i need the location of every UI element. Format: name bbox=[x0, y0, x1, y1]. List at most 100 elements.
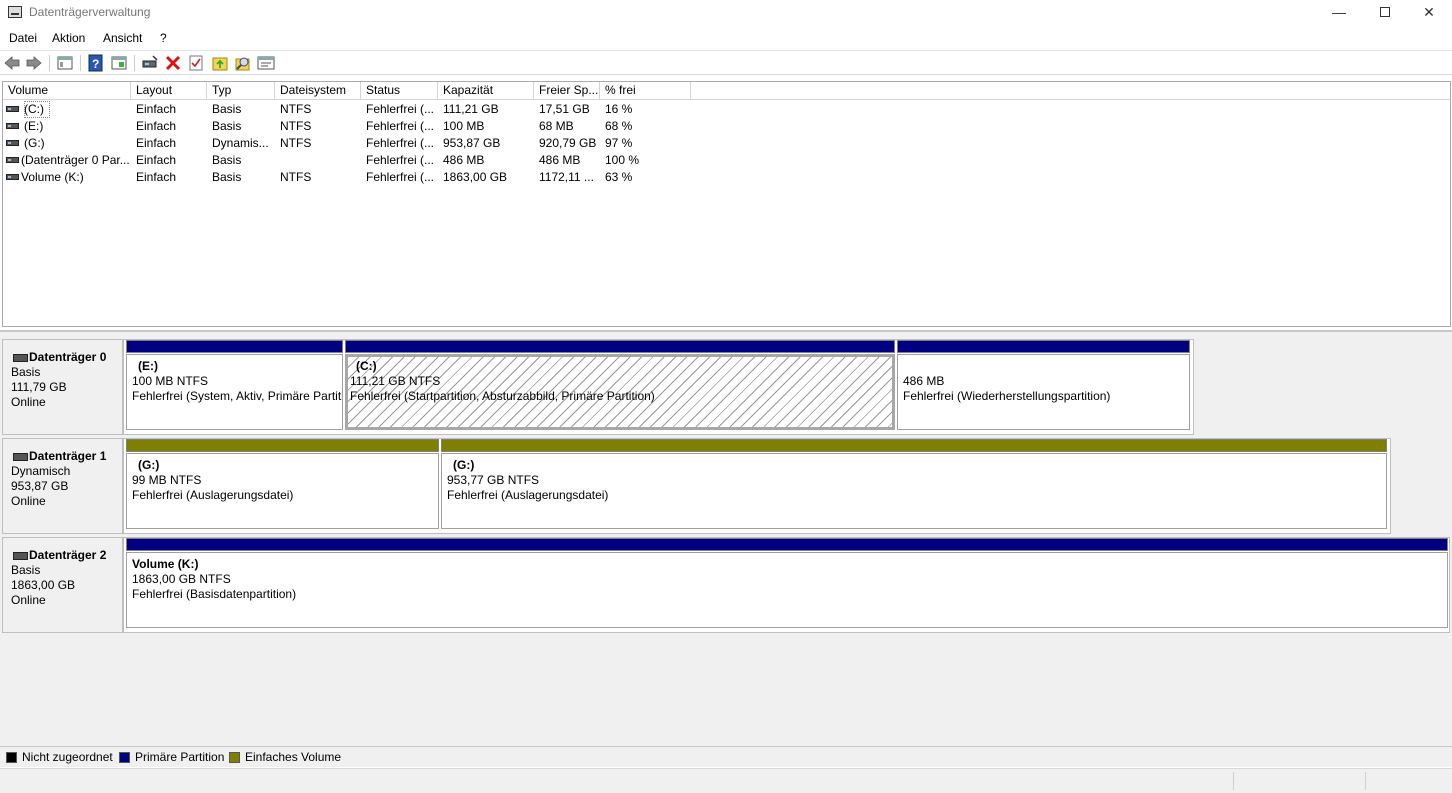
disk-2-label[interactable]: Datenträger 2 Basis 1863,00 GB Online bbox=[2, 537, 123, 633]
simple-volume-bar bbox=[126, 439, 439, 452]
minimize-button[interactable]: — bbox=[1316, 0, 1362, 26]
disk-0-state: Online bbox=[11, 395, 46, 409]
check-icon[interactable] bbox=[187, 54, 205, 72]
cell-volume: Volume (K:) bbox=[21, 170, 84, 184]
cell-freier-speicher: 68 MB bbox=[539, 119, 574, 133]
console-tree-icon[interactable] bbox=[56, 54, 74, 72]
volume-icon bbox=[6, 123, 19, 129]
maximize-button[interactable] bbox=[1362, 0, 1408, 26]
disk-graphical-view: Datenträger 0 Basis 111,79 GB Online (E:… bbox=[0, 330, 1452, 746]
column-header-layout[interactable]: Layout bbox=[131, 82, 207, 100]
maximize-icon bbox=[1380, 7, 1390, 17]
close-button[interactable]: ✕ bbox=[1406, 0, 1452, 26]
partition-size: 486 MB bbox=[903, 374, 945, 388]
partition-recovery[interactable]: 486 MB Fehlerfrei (Wiederherstellungspar… bbox=[897, 340, 1190, 430]
cell-status: Fehlerfrei (... bbox=[366, 153, 435, 167]
partition-k[interactable]: Volume (K:) 1863,00 GB NTFS Fehlerfrei (… bbox=[126, 538, 1448, 628]
menu-help[interactable]: ? bbox=[160, 31, 167, 45]
partition-e-body: (E:) 100 MB NTFS Fehlerfrei (System, Akt… bbox=[126, 354, 343, 430]
table-row[interactable]: (E:) Einfach Basis NTFS Fehlerfrei (... … bbox=[3, 118, 1450, 135]
cell-typ: Basis bbox=[212, 102, 242, 116]
settings-pane-icon[interactable] bbox=[257, 54, 275, 72]
column-header-dateisystem[interactable]: Dateisystem bbox=[275, 82, 361, 100]
table-row[interactable]: (C:) Einfach Basis NTFS Fehlerfrei (... … bbox=[3, 101, 1450, 118]
cell-dateisystem: NTFS bbox=[280, 170, 312, 184]
cell-status: Fehlerfrei (... bbox=[366, 102, 435, 116]
title-bar: Datenträgerverwaltung — ✕ bbox=[0, 0, 1452, 26]
table-row[interactable]: (G:) Einfach Dynamis... NTFS Fehlerfrei … bbox=[3, 135, 1450, 152]
menu-datei[interactable]: Datei bbox=[9, 31, 37, 45]
table-row[interactable]: (Datenträger 0 Par... Einfach Basis Fehl… bbox=[3, 152, 1450, 169]
partition-name: (G:) bbox=[138, 458, 160, 472]
back-icon[interactable] bbox=[3, 54, 21, 72]
partition-g-large[interactable]: (G:) 953,77 GB NTFS Fehlerfrei (Auslager… bbox=[441, 439, 1387, 529]
delete-icon[interactable] bbox=[164, 54, 182, 72]
volume-list-header: Volume Layout Typ Dateisystem Status Kap… bbox=[3, 82, 1450, 100]
disk-0-size: 111,79 GB bbox=[11, 380, 67, 394]
cell-volume: (G:) bbox=[24, 136, 45, 150]
disk-1-type: Dynamisch bbox=[11, 464, 71, 478]
cell-layout: Einfach bbox=[136, 153, 177, 167]
partition-name: Volume (K:) bbox=[132, 557, 199, 571]
disk-2-partitions: Volume (K:) 1863,00 GB NTFS Fehlerfrei (… bbox=[123, 537, 1450, 633]
partition-size: 100 MB NTFS bbox=[132, 374, 209, 388]
cell-typ: Basis bbox=[212, 119, 242, 133]
partition-status: Fehlerfrei (Auslagerungsdatei) bbox=[132, 488, 294, 502]
cell-dateisystem: NTFS bbox=[280, 102, 312, 116]
table-row[interactable]: Volume (K:) Einfach Basis NTFS Fehlerfre… bbox=[3, 169, 1450, 186]
column-header-prozent-frei[interactable]: % frei bbox=[600, 82, 691, 100]
cell-prozent-frei: 16 % bbox=[605, 102, 633, 116]
partition-size: 111,21 GB NTFS bbox=[350, 374, 441, 388]
partition-name: (C:) bbox=[356, 359, 377, 373]
primary-partition-bar bbox=[126, 538, 1448, 551]
cell-volume: (Datenträger 0 Par... bbox=[21, 153, 130, 167]
cell-kapazitaet: 100 MB bbox=[443, 119, 485, 133]
menu-aktion[interactable]: Aktion bbox=[52, 31, 85, 45]
help-icon[interactable]: ? bbox=[87, 54, 105, 72]
partition-size: 1863,00 GB NTFS bbox=[132, 572, 231, 586]
partition-c[interactable]: (C:) 111,21 GB NTFS Fehlerfrei (Startpar… bbox=[345, 340, 895, 430]
cell-kapazitaet: 111,21 GB bbox=[443, 102, 499, 116]
partition-g-small[interactable]: (G:) 99 MB NTFS Fehlerfrei (Auslagerungs… bbox=[126, 439, 439, 529]
volume-icon bbox=[6, 174, 19, 180]
column-header-kapazitaet[interactable]: Kapazität bbox=[438, 82, 534, 100]
partition-e[interactable]: (E:) 100 MB NTFS Fehlerfrei (System, Akt… bbox=[126, 340, 343, 430]
explore-icon[interactable] bbox=[234, 54, 252, 72]
legend-swatch bbox=[6, 752, 17, 763]
disk-0-name: Datenträger 0 bbox=[11, 350, 122, 365]
properties-pane-icon[interactable] bbox=[110, 54, 128, 72]
legend-label: Primäre Partition bbox=[135, 750, 225, 764]
disk-1-size: 953,87 GB bbox=[11, 479, 69, 493]
forward-icon[interactable] bbox=[25, 54, 43, 72]
column-header-freier-speicher[interactable]: Freier Sp... bbox=[534, 82, 600, 100]
volume-icon bbox=[6, 106, 19, 112]
column-header-status[interactable]: Status bbox=[361, 82, 438, 100]
cell-freier-speicher: 17,51 GB bbox=[539, 102, 590, 116]
disk-0-label[interactable]: Datenträger 0 Basis 111,79 GB Online bbox=[2, 339, 123, 435]
legend-label: Nicht zugeordnet bbox=[22, 750, 113, 764]
legend-item-primary: Primäre Partition bbox=[119, 750, 224, 764]
connect-disk-icon[interactable] bbox=[141, 54, 159, 72]
volume-icon bbox=[6, 140, 19, 146]
partition-k-body: Volume (K:) 1863,00 GB NTFS Fehlerfrei (… bbox=[126, 552, 1448, 628]
disk-2-type: Basis bbox=[11, 563, 41, 577]
partition-g-small-body: (G:) 99 MB NTFS Fehlerfrei (Auslagerungs… bbox=[126, 453, 439, 529]
column-header-volume[interactable]: Volume bbox=[3, 82, 131, 100]
status-bar bbox=[0, 768, 1452, 793]
format-icon[interactable] bbox=[211, 54, 229, 72]
partition-status: Fehlerfrei (Basisdatenpartition) bbox=[132, 587, 297, 601]
volume-list: Volume Layout Typ Dateisystem Status Kap… bbox=[2, 81, 1451, 327]
cell-kapazitaet: 953,87 GB bbox=[443, 136, 501, 150]
partition-name bbox=[903, 359, 1189, 374]
menu-ansicht[interactable]: Ansicht bbox=[103, 31, 142, 45]
cell-status: Fehlerfrei (... bbox=[366, 170, 435, 184]
legend-swatch bbox=[119, 752, 130, 763]
partition-size: 99 MB NTFS bbox=[132, 473, 202, 487]
disk-1-partitions: (G:) 99 MB NTFS Fehlerfrei (Auslagerungs… bbox=[123, 438, 1391, 534]
cell-dateisystem: NTFS bbox=[280, 136, 312, 150]
disk-1-label[interactable]: Datenträger 1 Dynamisch 953,87 GB Online bbox=[2, 438, 123, 534]
cell-prozent-frei: 97 % bbox=[605, 136, 633, 150]
column-header-typ[interactable]: Typ bbox=[207, 82, 275, 100]
disk-2-name: Datenträger 2 bbox=[11, 548, 122, 563]
menu-bar: Datei Aktion Ansicht ? bbox=[0, 28, 1452, 48]
